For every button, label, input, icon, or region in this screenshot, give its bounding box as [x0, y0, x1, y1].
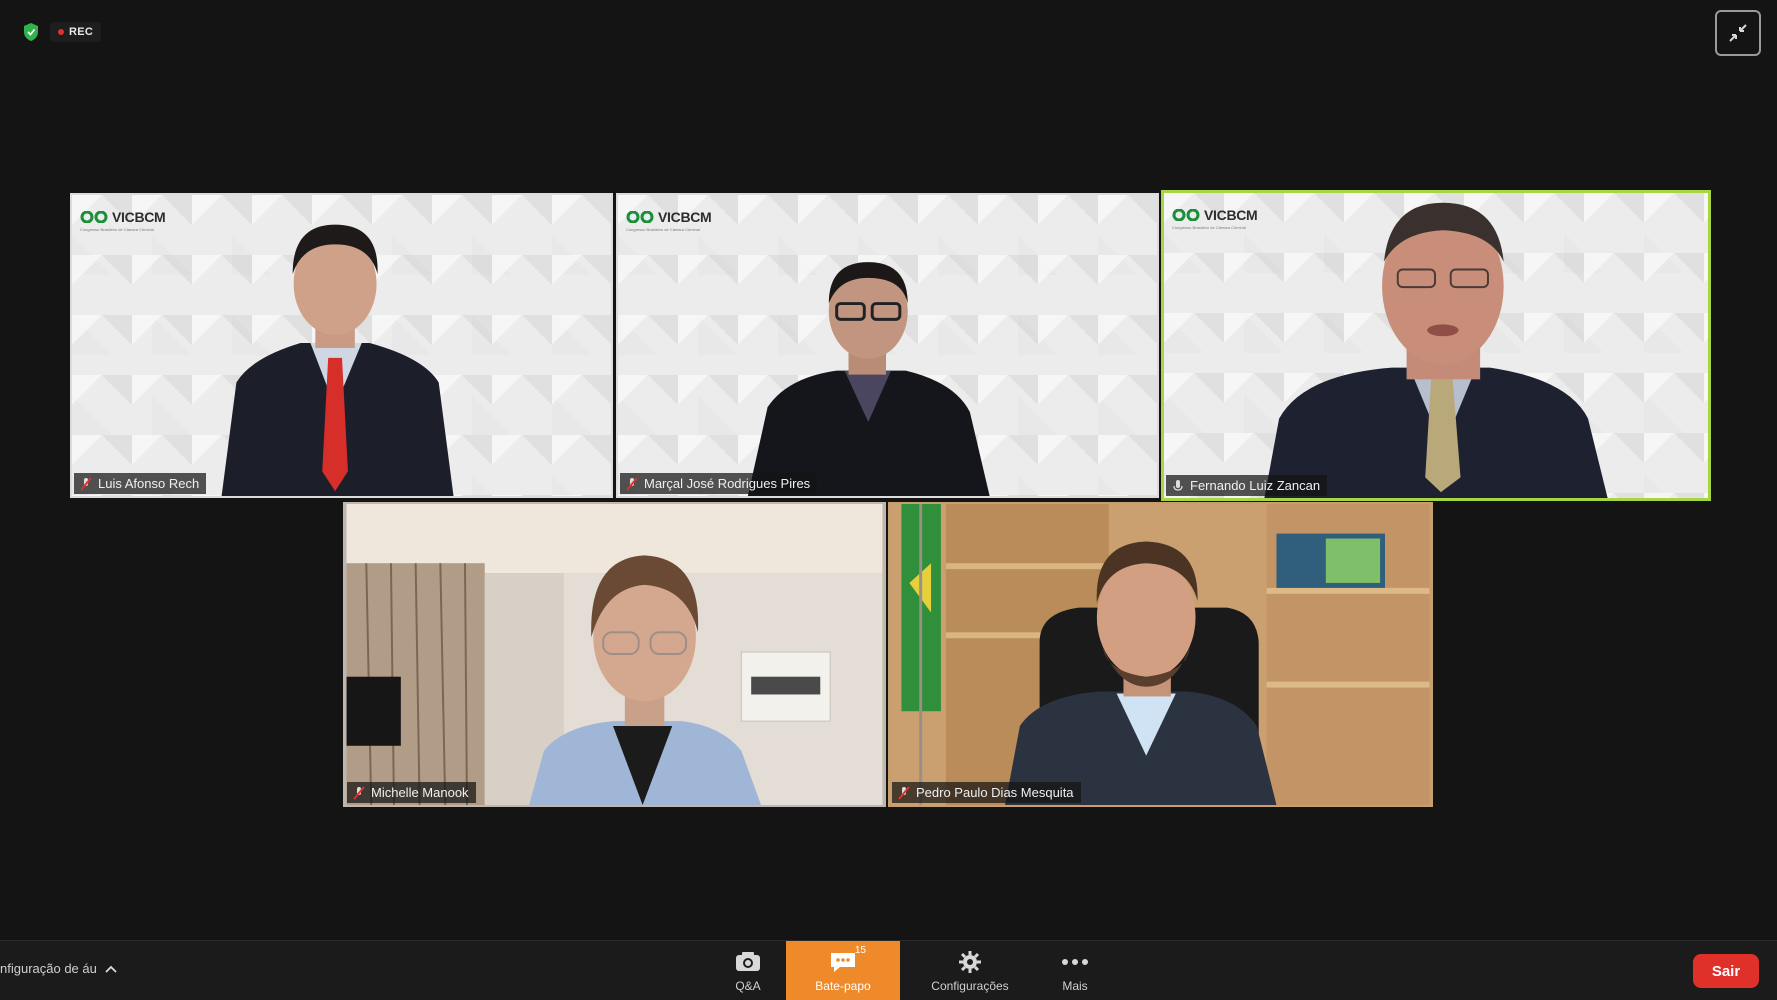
participant-nameplate: Luis Afonso Rech	[74, 473, 207, 494]
participant-video	[891, 504, 1430, 805]
video-tile[interactable]: VICBCM Congresso Brasileiro de Câmara Cr…	[70, 193, 613, 498]
meeting-window: REC VICBCM Congresso Brasileiro de Câmar…	[0, 0, 1777, 1000]
mic-muted-icon	[352, 785, 366, 800]
more-dots-icon	[1060, 949, 1090, 975]
participant-name: Michelle Manook	[371, 785, 469, 800]
video-tile[interactable]: VICBCM Congresso Brasileiro de Câmara Cr…	[616, 193, 1159, 498]
chat-icon: 15	[828, 945, 866, 975]
participant-video	[1264, 202, 1608, 498]
meeting-toolbar: nfiguração de áu Q&A 15 Bate-papo Config…	[0, 940, 1777, 1000]
chat-label: Bate-papo	[815, 979, 871, 993]
participant-video	[346, 504, 883, 805]
video-tile[interactable]: Michelle Manook	[343, 502, 886, 807]
settings-label: Configurações	[931, 979, 1009, 993]
participant-name: Luis Afonso Rech	[98, 476, 200, 491]
meeting-status: REC	[22, 22, 102, 42]
qa-button[interactable]: Q&A	[718, 941, 778, 1000]
participant-name: Pedro Paulo Dias Mesquita	[916, 785, 1074, 800]
gear-icon	[955, 949, 985, 975]
participant-nameplate: Michelle Manook	[347, 782, 476, 803]
recording-label: REC	[69, 26, 94, 38]
exit-fullscreen-button[interactable]	[1715, 10, 1761, 56]
more-button[interactable]: Mais	[1045, 941, 1105, 1000]
video-tile-active-speaker[interactable]: VICBCM Congresso Brasileiro de Câmara Cr…	[1161, 190, 1711, 501]
chevron-up-icon	[105, 965, 117, 973]
audio-settings-label: nfiguração de áu	[0, 961, 97, 976]
more-label: Mais	[1062, 979, 1088, 993]
participant-nameplate: Marçal José Rodrigues Pires	[620, 473, 818, 494]
participant-name: Marçal José Rodrigues Pires	[644, 476, 811, 491]
participant-video	[747, 262, 990, 496]
audio-settings-control[interactable]: nfiguração de áu	[0, 961, 117, 976]
qa-label: Q&A	[735, 979, 761, 993]
chat-unread-badge: 15	[854, 945, 866, 956]
participant-nameplate: Fernando Luiz Zancan	[1166, 475, 1328, 496]
video-tile[interactable]: Pedro Paulo Dias Mesquita	[888, 502, 1433, 807]
settings-button[interactable]: Configurações	[915, 941, 1025, 1000]
participant-video	[221, 224, 454, 496]
mic-muted-icon	[897, 785, 911, 800]
mic-muted-icon	[625, 476, 639, 491]
mic-muted-icon	[79, 476, 93, 491]
participant-name: Fernando Luiz Zancan	[1190, 478, 1321, 493]
mic-on-icon	[1171, 479, 1185, 493]
exit-fullscreen-icon	[1729, 24, 1747, 42]
recording-badge: REC	[50, 22, 102, 42]
chat-button[interactable]: 15 Bate-papo	[786, 941, 900, 1000]
recording-dot-icon	[58, 29, 64, 35]
participant-nameplate: Pedro Paulo Dias Mesquita	[892, 782, 1081, 803]
leave-meeting-button[interactable]: Sair	[1693, 954, 1759, 988]
qa-icon	[733, 949, 763, 975]
security-shield-icon[interactable]	[22, 22, 40, 42]
